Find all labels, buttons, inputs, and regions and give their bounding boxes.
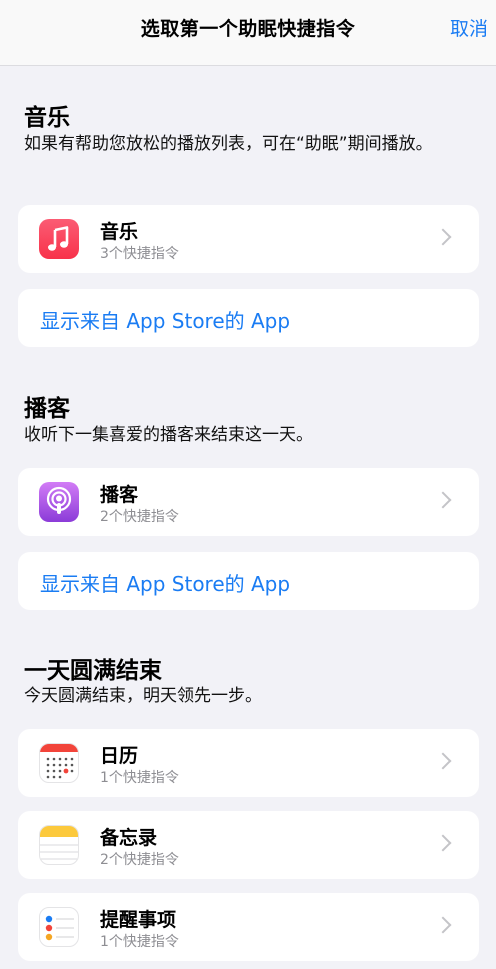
app-store-link-label: 显示来自 App Store的 App	[40, 572, 291, 596]
section-title-wind-down: 一天圆满结束	[24, 658, 162, 684]
app-store-link-label: 显示来自 App Store的 App	[40, 309, 291, 333]
calendar-icon	[39, 743, 79, 783]
app-shortcut-count: 2个快捷指令	[100, 509, 179, 525]
app-shortcut-count: 1个快捷指令	[100, 770, 179, 786]
section-desc-wind-down: 今天圆满结束，明天领先一步。	[24, 686, 262, 706]
notes-icon	[39, 825, 79, 865]
app-row-podcasts[interactable]: 播客 2个快捷指令	[18, 468, 479, 536]
page-title: 选取第一个助眠快捷指令	[140, 18, 356, 40]
chevron-right-icon	[434, 752, 452, 770]
section-title-podcasts: 播客	[24, 396, 70, 422]
reminders-icon	[39, 907, 79, 947]
app-name: 提醒事项	[100, 909, 177, 931]
app-row-notes[interactable]: 备忘录 2个快捷指令	[18, 811, 479, 879]
app-row-calendar[interactable]: 日历 1个快捷指令	[18, 729, 479, 797]
chevron-right-icon	[434, 834, 452, 852]
app-name: 播客	[100, 484, 139, 506]
chevron-right-icon	[434, 916, 452, 934]
section-desc-podcasts: 收听下一集喜爱的播客来结束这一天。	[24, 425, 313, 445]
app-shortcut-count: 2个快捷指令	[100, 852, 179, 868]
app-row-music[interactable]: 音乐 3个快捷指令	[18, 205, 479, 273]
section-title-music: 音乐	[24, 105, 70, 131]
app-row-reminders[interactable]: 提醒事项 1个快捷指令	[18, 893, 479, 961]
app-name: 日历	[100, 745, 139, 767]
chevron-right-icon	[434, 491, 452, 509]
music-icon	[39, 219, 79, 259]
app-name: 备忘录	[100, 827, 158, 849]
app-name: 音乐	[100, 221, 139, 243]
app-shortcut-count: 1个快捷指令	[100, 934, 179, 950]
app-store-link-podcasts[interactable]: 显示来自 App Store的 App	[18, 552, 479, 610]
cancel-button[interactable]: 取消	[450, 14, 488, 41]
chevron-right-icon	[434, 228, 452, 246]
app-shortcut-count: 3个快捷指令	[100, 246, 179, 262]
nav-bar: 选取第一个助眠快捷指令 取消	[0, 0, 496, 66]
app-store-link-music[interactable]: 显示来自 App Store的 App	[18, 289, 479, 347]
section-desc-music: 如果有帮助您放松的播放列表，可在“助眠”期间播放。	[24, 134, 433, 154]
podcast-icon	[39, 482, 79, 522]
